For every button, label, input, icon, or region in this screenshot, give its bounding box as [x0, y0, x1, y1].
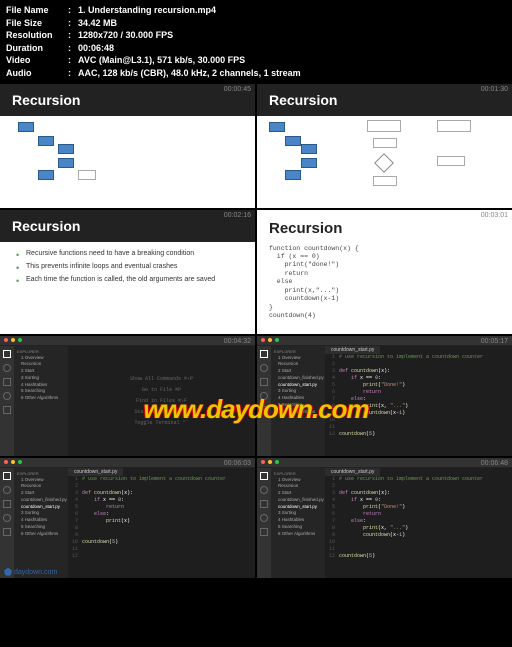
label-filesize: File Size: [6, 17, 68, 30]
extensions-icon[interactable]: [3, 406, 11, 414]
slide-title: Recursion: [257, 210, 512, 237]
maximize-icon[interactable]: [18, 338, 22, 342]
bullet-item: Recursive functions need to have a break…: [16, 250, 215, 257]
timestamp: 00:02:16: [224, 212, 251, 219]
timestamp: 00:00:45: [224, 86, 251, 93]
label-duration: Duration: [6, 42, 68, 55]
timestamp: 00:06:03: [224, 460, 251, 467]
thumbnail-1: 00:00:45 Recursion: [0, 84, 255, 208]
editor[interactable]: Show All Commands ⌘⇧P Go to File ⌘P Find…: [68, 346, 255, 456]
activity-bar: [0, 346, 14, 456]
slide-title: Recursion: [257, 84, 512, 116]
bullet-item: This prevents infinite loops and eventua…: [16, 263, 215, 270]
footer-logo: daydown.com: [4, 568, 57, 576]
thumbnail-2: 00:01:30 Recursion: [257, 84, 512, 208]
bullet-list: Recursive functions need to have a break…: [12, 250, 215, 289]
files-icon[interactable]: [3, 350, 11, 358]
editor-tab[interactable]: countdown_start.py: [325, 468, 380, 476]
search-icon[interactable]: [3, 364, 11, 372]
editor[interactable]: 123456789101112 # use recursion to imple…: [68, 468, 255, 578]
editor[interactable]: 123456789101112 # use recursion to imple…: [325, 468, 512, 578]
thumbnail-3: 00:02:16 Recursion Recursive functions n…: [0, 210, 255, 334]
timestamp: 00:05:17: [481, 338, 508, 345]
timestamp: 00:04:32: [224, 338, 251, 345]
close-icon[interactable]: [4, 338, 8, 342]
label-filename: File Name: [6, 4, 68, 17]
slide-title: Recursion: [0, 84, 255, 116]
code-snippet: function countdown(x) { if (x == 0) prin…: [269, 245, 359, 321]
thumbnail-4: 00:03:01 Recursion function countdown(x)…: [257, 210, 512, 334]
label-resolution: Resolution: [6, 29, 68, 42]
thumbnail-5: 00:04:32 EXPLORER 1 Overview Recursion 2…: [0, 336, 255, 456]
file-explorer[interactable]: EXPLORER 1 Overview Recursion 2 Start 3 …: [14, 346, 68, 456]
label-video: Video: [6, 54, 68, 67]
welcome-shortcuts: Show All Commands ⌘⇧P Go to File ⌘P Find…: [72, 354, 251, 452]
bullet-item: Each time the function is called, the ol…: [16, 276, 215, 283]
titlebar: [0, 336, 255, 346]
thumbnail-8: 00:06:48 countdown_start.py EXPLORER 1 O…: [257, 458, 512, 578]
label-audio: Audio: [6, 67, 68, 80]
media-info: File Name:1. Understanding recursion.mp4…: [0, 0, 512, 84]
slide-title: Recursion: [0, 210, 255, 242]
thumbnail-6: 00:05:17 countdown_start.py EXPLORER 1 O…: [257, 336, 512, 456]
timestamp: 00:03:01: [481, 212, 508, 219]
editor-tab[interactable]: countdown_start.py: [68, 468, 123, 476]
git-icon[interactable]: [3, 378, 11, 386]
debug-icon[interactable]: [3, 392, 11, 400]
thumbnail-7: 00:06:03 countdown_start.py EXPLORER 1 O…: [0, 458, 255, 578]
minimize-icon[interactable]: [11, 338, 15, 342]
editor[interactable]: 123456789101112 # use recursion to imple…: [325, 346, 512, 456]
timestamp: 00:01:30: [481, 86, 508, 93]
thumbnail-grid: www.daydown.com 00:00:45 Recursion 00:01…: [0, 84, 512, 578]
editor-tab[interactable]: countdown_start.py: [325, 346, 380, 354]
timestamp: 00:06:48: [481, 460, 508, 467]
